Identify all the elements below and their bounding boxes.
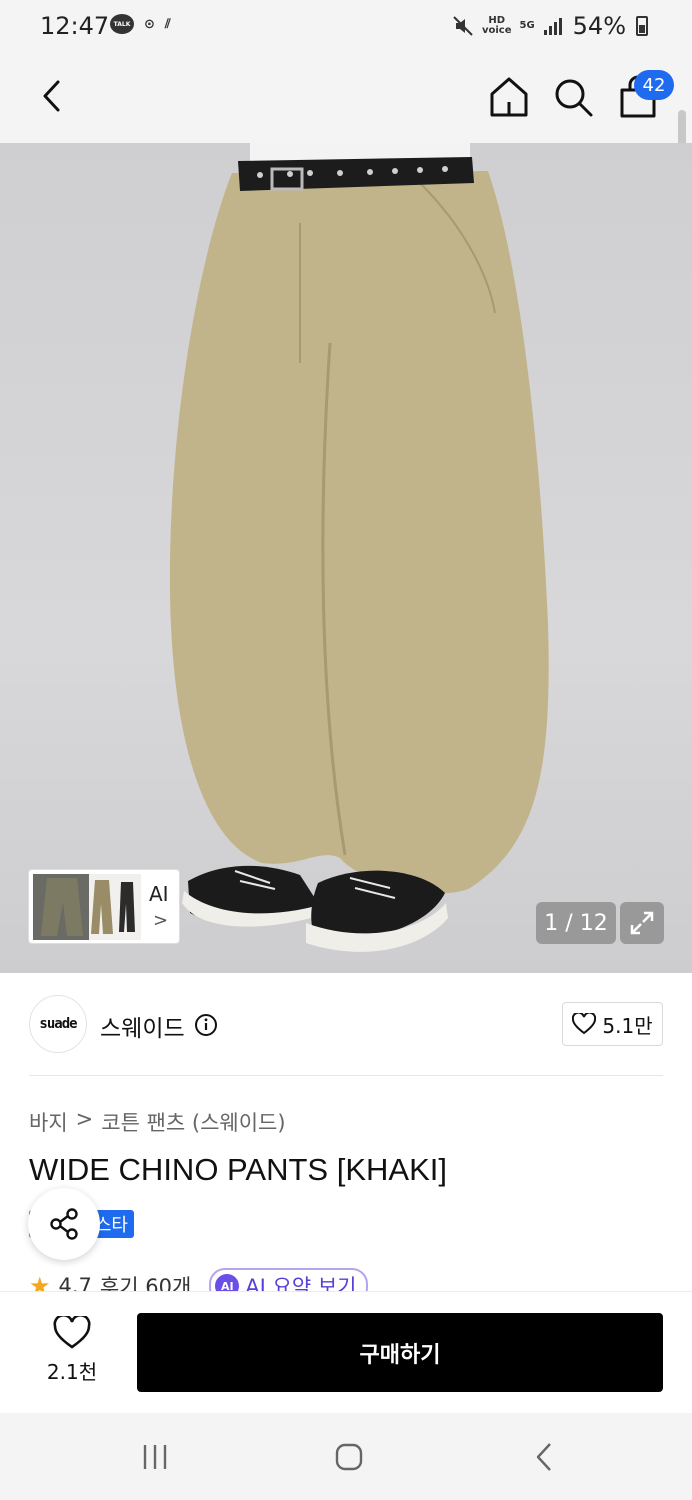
mute-icon bbox=[453, 16, 473, 36]
buy-button[interactable]: 구매하기 bbox=[137, 1313, 663, 1392]
network-type-icon: 5G bbox=[519, 20, 535, 31]
search-icon bbox=[555, 79, 593, 117]
status-notification-icons: TALK ⊙ ⫽ bbox=[110, 14, 171, 34]
thumbnail-ai-label: AI bbox=[149, 882, 169, 906]
battery-icon bbox=[636, 16, 648, 36]
app-notification-icon: ⊙ bbox=[144, 16, 155, 32]
back-button[interactable] bbox=[30, 74, 74, 118]
kakaotalk-icon: TALK bbox=[110, 14, 134, 34]
chevron-right-icon: > bbox=[153, 910, 169, 931]
recent-apps-icon[interactable] bbox=[140, 1443, 170, 1471]
share-icon bbox=[50, 1208, 78, 1240]
breadcrumb-item-subcategory[interactable]: 코튼 팬츠 (스웨이드) bbox=[101, 1107, 285, 1137]
home-button[interactable] bbox=[486, 74, 532, 120]
brand-like-button[interactable]: 5.1만 bbox=[562, 1002, 663, 1046]
hd-voice-icon: HD voice bbox=[481, 15, 512, 36]
share-button[interactable] bbox=[28, 1188, 100, 1260]
info-icon[interactable] bbox=[194, 1013, 218, 1037]
brand-like-count: 5.1만 bbox=[602, 1013, 653, 1038]
wishlist-count: 2.1천 bbox=[46, 1360, 98, 1384]
status-bar: 12:47 TALK ⊙ ⫽ HD voice 5G 54% bbox=[0, 0, 692, 52]
breadcrumb-item-category[interactable]: 바지 bbox=[29, 1107, 68, 1137]
brand-logo[interactable]: suade bbox=[29, 995, 87, 1053]
status-time: 12:47 bbox=[40, 12, 110, 40]
hd-label: HD bbox=[488, 15, 506, 26]
image-page-counter: 1 / 12 bbox=[536, 902, 616, 944]
signal-notification-icon: ⫽ bbox=[164, 16, 171, 32]
brand-name[interactable]: 스웨이드 bbox=[100, 1009, 185, 1043]
cart-count-badge: 42 bbox=[634, 70, 674, 100]
wishlist-button[interactable]: 2.1천 bbox=[34, 1316, 110, 1386]
chevron-left-icon bbox=[43, 80, 60, 112]
top-app-bar: 42 bbox=[0, 52, 692, 166]
system-navigation-bar bbox=[0, 1413, 692, 1500]
signal-strength-icon bbox=[543, 18, 562, 35]
battery-percent: 54% bbox=[572, 12, 626, 40]
divider bbox=[29, 1075, 663, 1076]
back-nav-icon[interactable] bbox=[530, 1441, 560, 1473]
home-icon bbox=[490, 77, 528, 117]
expand-image-button[interactable] bbox=[620, 902, 664, 944]
brand-row: suade 스웨이드 5.1만 bbox=[0, 973, 692, 1077]
thumbnail-image bbox=[33, 874, 141, 940]
home-nav-icon[interactable] bbox=[334, 1442, 364, 1472]
product-title: WIDE CHINO PANTS [KHAKI] bbox=[29, 1152, 447, 1187]
status-right-icons: HD voice 5G 54% bbox=[452, 12, 648, 40]
heart-icon bbox=[53, 1316, 91, 1349]
breadcrumb: 바지 > 코튼 팬츠 (스웨이드) bbox=[29, 1107, 286, 1137]
breadcrumb-separator-icon: > bbox=[75, 1107, 94, 1131]
product-image-gallery[interactable]: AI > 1 / 12 bbox=[0, 143, 692, 973]
purchase-bar: 2.1천 구매하기 bbox=[0, 1292, 692, 1413]
ai-thumbnail-chip[interactable]: AI > bbox=[28, 869, 180, 944]
product-photo bbox=[169, 143, 549, 952]
heart-icon bbox=[572, 1013, 597, 1035]
thumbnail-pants-icon bbox=[33, 874, 135, 940]
expand-icon bbox=[630, 911, 654, 935]
search-button[interactable] bbox=[550, 74, 596, 120]
